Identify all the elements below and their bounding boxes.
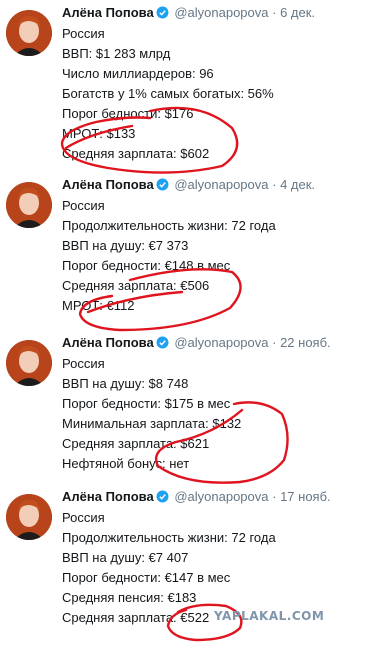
- separator-dot: ·: [272, 489, 277, 504]
- separator-dot: ·: [272, 335, 277, 350]
- tweet-line: Россия: [62, 26, 105, 41]
- tweet-line: Порог бедности: $176: [62, 106, 194, 121]
- tweet-line: Минимальная зарплата: $132: [62, 416, 242, 431]
- tweet-line: Порог бедности: €147 в мес: [62, 570, 231, 585]
- verified-icon: [156, 178, 169, 191]
- tweet-line: Средняя пенсия: €183: [62, 590, 197, 605]
- verified-icon: [156, 336, 169, 349]
- verified-icon: [156, 490, 169, 503]
- tweet-line: Средняя зарплата: $602: [62, 146, 210, 161]
- author-name[interactable]: Алёна Попова: [62, 335, 154, 350]
- author-name[interactable]: Алёна Попова: [62, 177, 154, 192]
- tweet-line: ВВП на душу: €7 407: [62, 550, 189, 565]
- tweet-line: Средняя зарплата: €506: [62, 278, 210, 293]
- tweet-line: Богатств у 1% самых богатых: 56%: [62, 86, 274, 101]
- tweet-line: Россия: [62, 356, 105, 371]
- author-name[interactable]: Алёна Попова: [62, 489, 154, 504]
- tweet-line: МРОТ: €112: [62, 298, 135, 313]
- tweet-date[interactable]: 6 дек.: [280, 5, 315, 20]
- tweet-line: Порог бедности: €148 в мес: [62, 258, 231, 273]
- author-handle[interactable]: @alyonapopova: [174, 489, 268, 504]
- tweet-line: Порог бедности: $175 в мес: [62, 396, 231, 411]
- tweet-date[interactable]: 22 нояб.: [280, 335, 331, 350]
- avatar[interactable]: [6, 182, 52, 228]
- verified-icon: [156, 6, 169, 19]
- author-handle[interactable]: @alyonapopova: [174, 335, 268, 350]
- tweet-line: ВВП на душу: $8 748: [62, 376, 189, 391]
- tweet-text: Россия ВВП: $1 283 млрд Число миллиардер…: [62, 24, 274, 164]
- tweet-header: Алёна Попова @alyonapopova · 17 нояб.: [62, 488, 331, 506]
- avatar[interactable]: [6, 340, 52, 386]
- tweet-line: Продолжительность жизни: 72 года: [62, 218, 276, 233]
- separator-dot: ·: [272, 5, 277, 20]
- tweet-line: МРОТ: $133: [62, 126, 136, 141]
- tweet-line: Число миллиардеров: 96: [62, 66, 214, 81]
- tweet-line: ВВП: $1 283 млрд: [62, 46, 171, 61]
- tweet-line: Средняя зарплата: $621: [62, 436, 210, 451]
- tweet-line: Продолжительность жизни: 72 года: [62, 530, 276, 545]
- tweet-line: ВВП на душу: €7 373: [62, 238, 189, 253]
- tweet-line: Нефтяной бонус: нет: [62, 456, 190, 471]
- separator-dot: ·: [272, 177, 277, 192]
- author-handle[interactable]: @alyonapopova: [174, 5, 268, 20]
- tweet-header: Алёна Попова @alyonapopova · 22 нояб.: [62, 334, 331, 352]
- tweet-header: Алёна Попова @alyonapopova · 4 дек.: [62, 176, 315, 194]
- tweet-header: Алёна Попова @alyonapopova · 6 дек.: [62, 4, 315, 22]
- watermark: YAPLAKAL.COM: [214, 609, 325, 623]
- tweet-line: Россия: [62, 510, 105, 525]
- author-name[interactable]: Алёна Попова: [62, 5, 154, 20]
- author-handle[interactable]: @alyonapopova: [174, 177, 268, 192]
- tweet-text: Россия Продолжительность жизни: 72 года …: [62, 196, 276, 316]
- avatar[interactable]: [6, 494, 52, 540]
- tweet-text: Россия ВВП на душу: $8 748 Порог бедност…: [62, 354, 241, 474]
- avatar[interactable]: [6, 10, 52, 56]
- tweet-date[interactable]: 17 нояб.: [280, 489, 331, 504]
- tweet-date[interactable]: 4 дек.: [280, 177, 315, 192]
- tweet-line: Россия: [62, 198, 105, 213]
